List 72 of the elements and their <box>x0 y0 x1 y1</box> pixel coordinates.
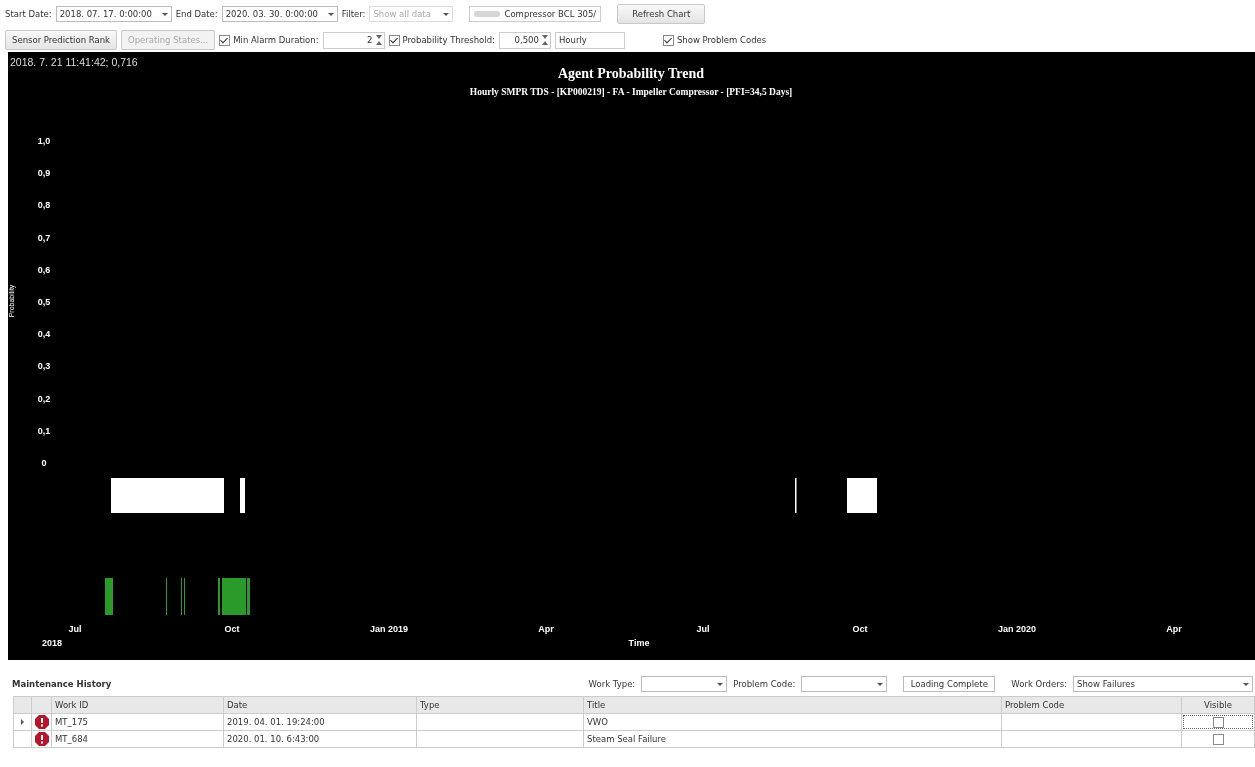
dropdown-caret-icon <box>327 12 334 16</box>
dropdown-caret-icon <box>443 12 450 16</box>
checkbox[interactable] <box>219 34 231 46</box>
spin-arrows-icon[interactable] <box>375 35 382 45</box>
refresh-chart-button[interactable]: Refresh Chart <box>617 4 706 24</box>
checkbox[interactable] <box>662 34 674 46</box>
asset-field[interactable]: Compressor BCL 305/ <box>469 6 602 22</box>
x-tick-label: Oct <box>852 624 868 634</box>
y-tick-label: 0,4 <box>37 329 51 340</box>
checkbox-label: Show Problem Codes <box>676 35 767 45</box>
expand-arrow-icon[interactable] <box>21 719 24 725</box>
y-tick-label: 0,8 <box>37 200 51 211</box>
column-header[interactable]: Date <box>224 697 417 713</box>
x-tick-label: 2018 <box>42 638 62 648</box>
table-cell: MT_175 <box>52 714 224 730</box>
table-cell: VWO <box>584 714 1002 730</box>
date-field[interactable]: 2020. 03. 30. 0:00:00 <box>221 6 338 22</box>
y-tick-label: 0,3 <box>37 361 51 372</box>
checkbox-label: Min Alarm Duration: <box>233 35 319 45</box>
column-header[interactable]: Type <box>417 697 584 713</box>
y-tick-label: 1,0 <box>37 136 51 146</box>
status-field: Loading Complete <box>903 676 996 692</box>
y-tick-label: 0,6 <box>37 264 51 275</box>
interval-field[interactable]: Hourly <box>554 31 625 49</box>
field-label: Problem Code: <box>733 679 796 689</box>
y-tick-label: 0,7 <box>37 232 51 243</box>
focused-cell[interactable] <box>1182 714 1254 730</box>
table-cell: MT_684 <box>52 731 224 747</box>
y-tick-label: 0,1 <box>37 425 51 436</box>
column-header[interactable]: Work ID <box>52 697 224 713</box>
checkbox[interactable] <box>388 34 400 46</box>
chart-title: Agent Probability Trend <box>558 66 704 81</box>
dropdown-caret-icon <box>161 12 168 16</box>
redacted-text-icon <box>474 11 501 17</box>
column-header[interactable]: Visible <box>1182 697 1254 713</box>
section-title: Maintenance History <box>12 679 112 689</box>
field-label: Work Orders: <box>1011 679 1067 689</box>
checkbox[interactable] <box>1212 733 1224 745</box>
table-cell: 2019. 04. 01. 19:24:00 <box>224 714 417 730</box>
dropdown-caret-icon <box>717 682 724 686</box>
toolbar-button[interactable]: Sensor Prediction Rank <box>5 30 117 50</box>
x-axis-title: Time <box>628 638 650 648</box>
x-tick-label: Apr <box>1166 624 1182 634</box>
date-field[interactable]: 2018. 07. 17. 0:00:00 <box>55 6 172 22</box>
y-tick-label: 0 <box>41 458 47 468</box>
checkbox[interactable] <box>1212 716 1224 728</box>
field-label: Work Type: <box>588 679 636 689</box>
x-tick-label: Oct <box>224 624 240 634</box>
x-tick-label: Jul <box>696 624 710 634</box>
x-tick-label: Apr <box>538 624 554 634</box>
y-tick-label: 0,5 <box>37 297 51 307</box>
work-orders-dropdown[interactable]: Show Failures <box>1073 676 1253 692</box>
spin-field[interactable]: 2 <box>322 31 385 49</box>
checkbox-label: Probability Threshold: <box>402 35 495 45</box>
field-label: Filter: <box>341 9 366 19</box>
table-cell: 2020. 01. 10. 6:43:00 <box>224 731 417 747</box>
y-tick-label: 0,2 <box>37 393 51 404</box>
x-tick-label: Jan 2019 <box>370 624 408 634</box>
spin-arrows-icon[interactable] <box>541 35 548 45</box>
column-header[interactable]: Title <box>584 697 1002 713</box>
table-cell: Steam Seal Failure <box>584 731 1002 747</box>
dropdown-caret-icon <box>877 682 884 686</box>
spin-field[interactable]: 0,500 <box>498 31 551 49</box>
field-label: End Date: <box>175 9 218 19</box>
x-tick-label: Jul <box>68 624 82 634</box>
field-label: Start Date: <box>5 9 52 19</box>
y-tick-label: 0,9 <box>37 168 51 179</box>
column-header[interactable]: Problem Code <box>1002 697 1182 713</box>
chart-subtitle: Hourly SMPR TDS - [KP000219] - FA - Impeller Compressor - [PFI=34,5 Days] <box>469 87 793 97</box>
cursor-readout: 2018. 7. 21 11:41:42; 0,716 <box>10 56 138 68</box>
dropdown-caret-icon <box>1243 682 1249 686</box>
x-tick-label: Jan 2020 <box>998 624 1036 634</box>
